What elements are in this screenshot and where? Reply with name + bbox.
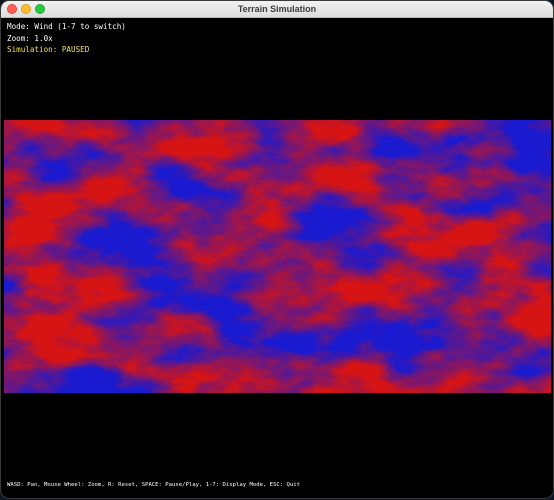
- window-title: Terrain Simulation: [237, 4, 317, 14]
- wind-high-layer: [4, 120, 551, 393]
- controls-help-text: WASD: Pan, Mouse Wheel: Zoom, R: Reset, …: [7, 482, 300, 488]
- display-mode-label: Mode: Wind (1-7 to switch): [7, 22, 126, 31]
- zoom-label: Zoom: 1.0x: [7, 34, 53, 43]
- wind-map[interactable]: [4, 120, 551, 393]
- terrain-viewport[interactable]: [4, 120, 551, 393]
- simulation-status-label: Simulation: PAUSED: [7, 45, 90, 54]
- title-bar: Terrain Simulation: [1, 1, 553, 18]
- app-window: Terrain Simulation Mode: Wind (1-7 to sw…: [0, 0, 554, 499]
